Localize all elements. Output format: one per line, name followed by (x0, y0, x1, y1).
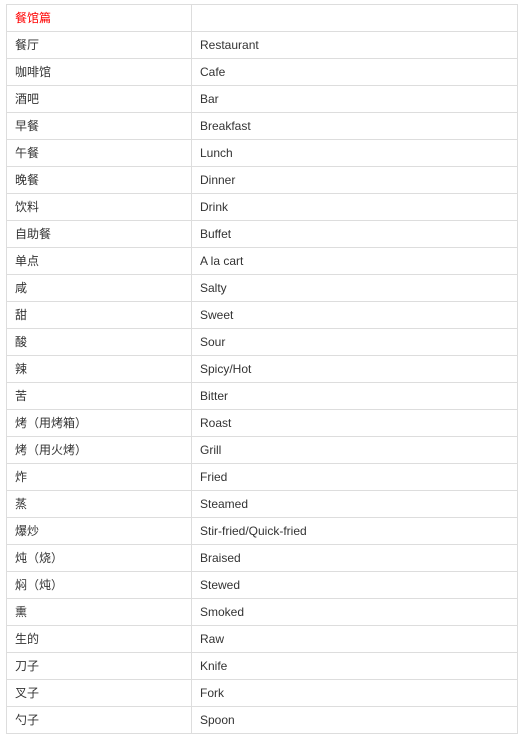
cell-en: Sweet (192, 302, 518, 329)
table-row: 晚餐Dinner (7, 167, 518, 194)
cell-en: Stewed (192, 572, 518, 599)
cell-en: Dinner (192, 167, 518, 194)
cell-cn: 咖啡馆 (7, 59, 192, 86)
table-row: 餐厅Restaurant (7, 32, 518, 59)
cell-cn: 饮料 (7, 194, 192, 221)
cell-cn: 蒸 (7, 491, 192, 518)
vocab-table: 餐馆篇 餐厅Restaurant 咖啡馆Cafe 酒吧Bar 早餐Breakfa… (6, 4, 518, 734)
cell-cn: 午餐 (7, 140, 192, 167)
cell-cn: 生的 (7, 626, 192, 653)
cell-en: Spoon (192, 707, 518, 734)
cell-en: Restaurant (192, 32, 518, 59)
cell-en: Drink (192, 194, 518, 221)
table-row: 烤（用火烤）Grill (7, 437, 518, 464)
section-title-blank (192, 5, 518, 32)
table-row: 叉子Fork (7, 680, 518, 707)
cell-en: Knife (192, 653, 518, 680)
cell-cn: 酒吧 (7, 86, 192, 113)
cell-cn: 咸 (7, 275, 192, 302)
cell-en: Raw (192, 626, 518, 653)
cell-cn: 晚餐 (7, 167, 192, 194)
cell-cn: 餐厅 (7, 32, 192, 59)
cell-en: Fried (192, 464, 518, 491)
cell-en: Grill (192, 437, 518, 464)
section-title: 餐馆篇 (7, 5, 192, 32)
cell-en: Stir-fried/Quick-fried (192, 518, 518, 545)
cell-en: Salty (192, 275, 518, 302)
cell-en: Roast (192, 410, 518, 437)
table-row: 饮料Drink (7, 194, 518, 221)
cell-en: A la cart (192, 248, 518, 275)
cell-cn: 烤（用火烤） (7, 437, 192, 464)
cell-cn: 刀子 (7, 653, 192, 680)
cell-en: Lunch (192, 140, 518, 167)
table-row: 咖啡馆Cafe (7, 59, 518, 86)
cell-en: Bar (192, 86, 518, 113)
cell-en: Fork (192, 680, 518, 707)
cell-cn: 焖（炖） (7, 572, 192, 599)
cell-en: Cafe (192, 59, 518, 86)
table-row: 生的Raw (7, 626, 518, 653)
cell-cn: 单点 (7, 248, 192, 275)
table-row: 午餐Lunch (7, 140, 518, 167)
page-container: 餐馆篇 餐厅Restaurant 咖啡馆Cafe 酒吧Bar 早餐Breakfa… (0, 0, 524, 734)
table-row: 熏Smoked (7, 599, 518, 626)
cell-en: Steamed (192, 491, 518, 518)
table-row: 蒸Steamed (7, 491, 518, 518)
table-row: 勺子Spoon (7, 707, 518, 734)
cell-cn: 勺子 (7, 707, 192, 734)
table-row: 炖（烧）Braised (7, 545, 518, 572)
table-row: 炸Fried (7, 464, 518, 491)
table-row: 单点A la cart (7, 248, 518, 275)
table-row: 刀子Knife (7, 653, 518, 680)
cell-en: Spicy/Hot (192, 356, 518, 383)
table-row: 爆炒Stir-fried/Quick-fried (7, 518, 518, 545)
table-row: 辣Spicy/Hot (7, 356, 518, 383)
table-body: 餐厅Restaurant 咖啡馆Cafe 酒吧Bar 早餐Breakfast 午… (7, 32, 518, 734)
cell-cn: 爆炒 (7, 518, 192, 545)
table-row: 苦Bitter (7, 383, 518, 410)
table-row: 酸Sour (7, 329, 518, 356)
cell-en: Braised (192, 545, 518, 572)
cell-en: Sour (192, 329, 518, 356)
cell-en: Buffet (192, 221, 518, 248)
table-row: 烤（用烤箱）Roast (7, 410, 518, 437)
table-row: 咸Salty (7, 275, 518, 302)
table-row: 早餐Breakfast (7, 113, 518, 140)
cell-en: Smoked (192, 599, 518, 626)
cell-cn: 自助餐 (7, 221, 192, 248)
cell-cn: 甜 (7, 302, 192, 329)
cell-cn: 炸 (7, 464, 192, 491)
cell-cn: 熏 (7, 599, 192, 626)
table-row: 酒吧Bar (7, 86, 518, 113)
cell-cn: 酸 (7, 329, 192, 356)
cell-cn: 苦 (7, 383, 192, 410)
cell-en: Bitter (192, 383, 518, 410)
cell-cn: 炖（烧） (7, 545, 192, 572)
table-header-row: 餐馆篇 (7, 5, 518, 32)
cell-cn: 叉子 (7, 680, 192, 707)
table-row: 甜Sweet (7, 302, 518, 329)
table-row: 自助餐Buffet (7, 221, 518, 248)
cell-cn: 烤（用烤箱） (7, 410, 192, 437)
cell-cn: 早餐 (7, 113, 192, 140)
table-row: 焖（炖）Stewed (7, 572, 518, 599)
cell-cn: 辣 (7, 356, 192, 383)
cell-en: Breakfast (192, 113, 518, 140)
